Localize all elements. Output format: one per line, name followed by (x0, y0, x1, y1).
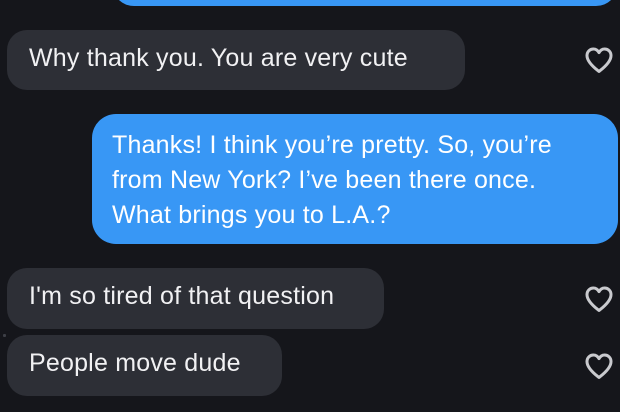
heart-outline-icon[interactable] (584, 285, 614, 313)
incoming-message-bubble[interactable]: I'm so tired of that question (7, 268, 384, 329)
message-text-line: from New York? I’ve been there once. (112, 166, 537, 194)
message-text-line: Thanks! I think you’re pretty. So, you’r… (112, 131, 552, 159)
heart-outline-icon[interactable] (584, 352, 614, 380)
heart-outline-icon[interactable] (584, 46, 614, 74)
outgoing-message-bubble-partial[interactable] (112, 0, 618, 6)
incoming-message-bubble[interactable]: Why thank you. You are very cute (7, 30, 465, 90)
message-text: Why thank you. You are very cute (29, 44, 408, 72)
message-thread: Why thank you. You are very cute Thanks!… (0, 0, 620, 412)
incoming-message-bubble[interactable]: People move dude (7, 335, 282, 396)
message-text: People move dude (29, 349, 241, 377)
bubble-tail-mark (3, 334, 6, 337)
message-text: I'm so tired of that question (29, 282, 335, 310)
message-text-line: What brings you to L.A.? (112, 201, 391, 229)
outgoing-message-bubble[interactable]: Thanks! I think you’re pretty. So, you’r… (92, 114, 618, 244)
